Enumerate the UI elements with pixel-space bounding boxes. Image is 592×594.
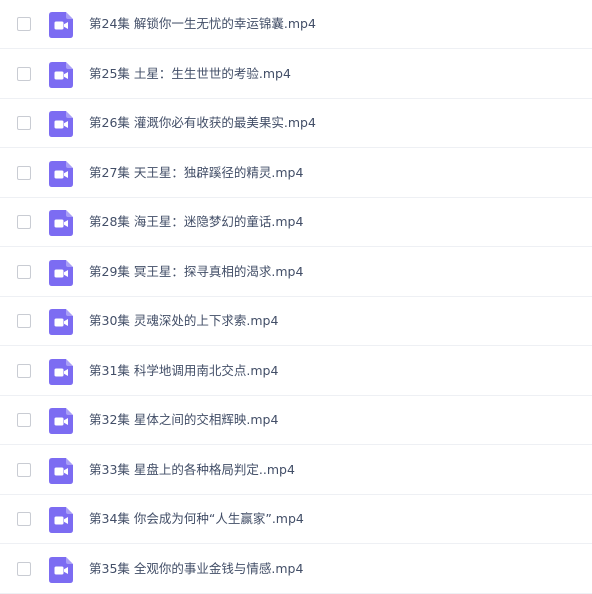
file-row[interactable]: 第28集 海王星：迷隐梦幻的童话.mp4 (0, 198, 592, 247)
file-row[interactable]: 第31集 科学地调用南北交点.mp4 (0, 347, 592, 396)
file-row[interactable]: 第25集 土星：生生世世的考验.mp4 (0, 50, 592, 99)
file-name[interactable]: 第31集 科学地调用南北交点.mp4 (89, 362, 278, 380)
file-name[interactable]: 第29集 冥王星：探寻真相的渴求.mp4 (89, 263, 303, 281)
file-name[interactable]: 第30集 灵魂深处的上下求索.mp4 (89, 312, 278, 330)
video-file-icon[interactable] (49, 309, 73, 335)
video-file-icon[interactable] (49, 358, 73, 385)
file-row[interactable]: 第32集 星体之间的交相辉映.mp4 (0, 396, 592, 445)
row-checkbox[interactable] (17, 413, 31, 427)
video-file-icon[interactable] (49, 210, 73, 236)
file-name[interactable]: 第25集 土星：生生世世的考验.mp4 (89, 65, 291, 83)
video-file-icon[interactable] (49, 507, 73, 533)
file-name[interactable]: 第28集 海王星：迷隐梦幻的童话.mp4 (89, 213, 303, 231)
file-name[interactable]: 第35集 全观你的事业金钱与情感.mp4 (89, 560, 303, 578)
file-name[interactable]: 第33集 星盘上的各种格局判定..mp4 (89, 461, 295, 479)
row-checkbox[interactable] (17, 116, 31, 130)
video-file-icon[interactable] (49, 160, 73, 187)
row-checkbox[interactable] (17, 264, 31, 279)
file-row[interactable]: 第30集 灵魂深处的上下求索.mp4 (0, 297, 592, 346)
row-checkbox[interactable] (17, 165, 31, 180)
file-row[interactable]: 第33集 星盘上的各种格局判定..mp4 (0, 446, 592, 495)
row-checkbox[interactable] (17, 66, 31, 81)
file-row[interactable]: 第34集 你会成为何种“人生赢家”.mp4 (0, 495, 592, 544)
row-checkbox[interactable] (17, 462, 31, 477)
video-file-icon[interactable] (49, 61, 73, 88)
video-file-icon[interactable] (49, 111, 73, 137)
file-list: 第24集 解锁你一生无忧的幸运锦囊.mp4 第25集 土星：生生世世的考验.mp… (0, 0, 592, 594)
file-name[interactable]: 第24集 解锁你一生无忧的幸运锦囊.mp4 (89, 15, 316, 33)
video-file-icon[interactable] (49, 556, 73, 583)
video-file-icon[interactable] (49, 408, 73, 434)
file-name[interactable]: 第32集 星体之间的交相辉映.mp4 (89, 411, 278, 429)
row-checkbox[interactable] (17, 512, 31, 526)
file-row[interactable]: 第27集 天王星：独辟蹊径的精灵.mp4 (0, 149, 592, 198)
file-row[interactable]: 第35集 全观你的事业金钱与情感.mp4 (0, 545, 592, 594)
file-row[interactable]: 第26集 灌溉你必有收获的最美果实.mp4 (0, 99, 592, 148)
row-checkbox[interactable] (17, 215, 31, 229)
file-name[interactable]: 第27集 天王星：独辟蹊径的精灵.mp4 (89, 164, 303, 182)
file-row[interactable]: 第29集 冥王星：探寻真相的渴求.mp4 (0, 248, 592, 297)
row-checkbox[interactable] (17, 314, 31, 328)
video-file-icon[interactable] (49, 457, 73, 484)
file-name[interactable]: 第26集 灌溉你必有收获的最美果实.mp4 (89, 114, 316, 132)
row-checkbox[interactable] (17, 17, 31, 31)
file-name[interactable]: 第34集 你会成为何种“人生赢家”.mp4 (89, 510, 304, 528)
file-row[interactable]: 第24集 解锁你一生无忧的幸运锦囊.mp4 (0, 0, 592, 49)
video-file-icon[interactable] (49, 12, 73, 38)
row-checkbox[interactable] (17, 561, 31, 576)
video-file-icon[interactable] (49, 259, 73, 286)
row-checkbox[interactable] (17, 363, 31, 378)
